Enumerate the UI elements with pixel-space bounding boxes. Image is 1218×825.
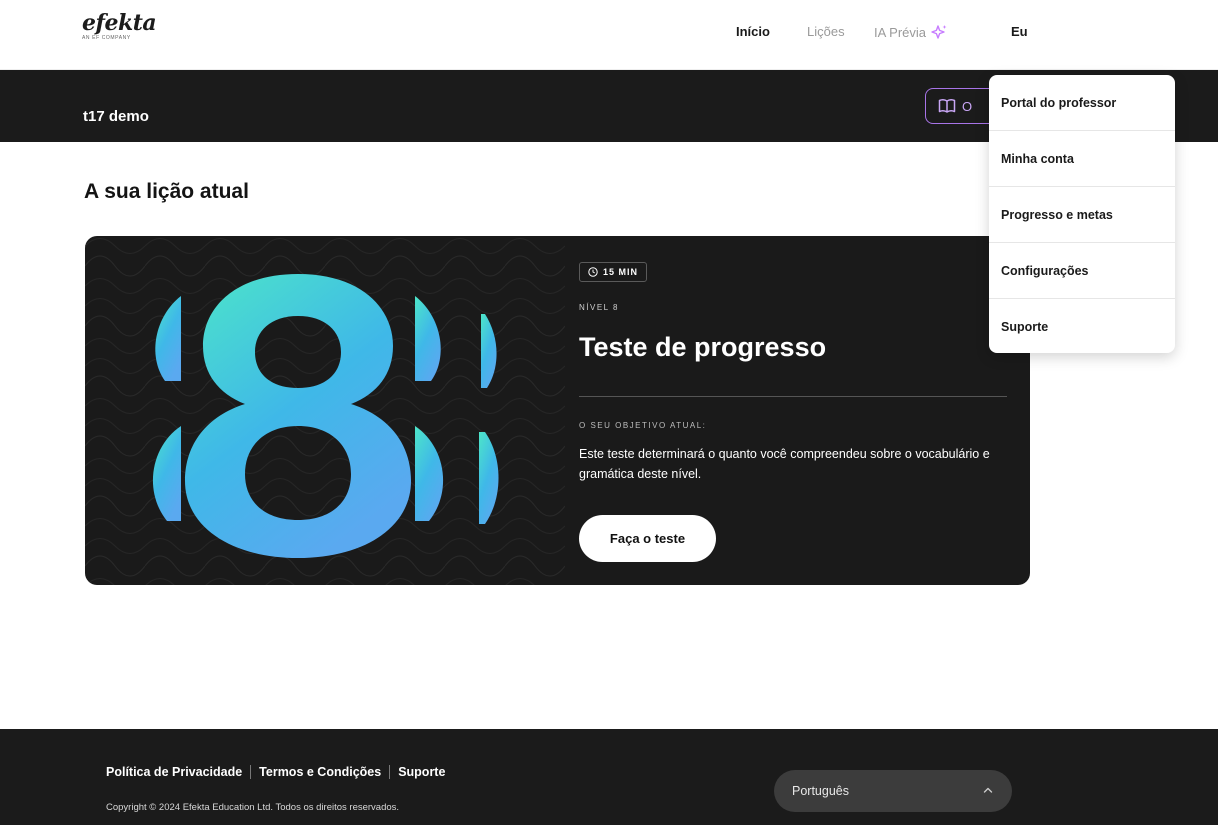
menu-item-progress-goals[interactable]: Progresso e metas xyxy=(989,187,1175,243)
top-navigation: efekta AN EF COMPANY Início Lições IA Pr… xyxy=(0,0,1218,70)
menu-item-support[interactable]: Suporte xyxy=(989,299,1175,355)
footer-separator xyxy=(389,765,391,779)
nav-lessons[interactable]: Lições xyxy=(807,24,845,39)
footer-link-privacy[interactable]: Política de Privacidade xyxy=(106,765,242,779)
chevron-up-icon xyxy=(983,787,993,793)
copyright-text: Copyright © 2024 Efekta Education Ltd. T… xyxy=(106,802,400,813)
nav-home[interactable]: Início xyxy=(736,24,770,39)
nav-ai-preview-label: IA Prévia xyxy=(874,24,927,40)
footer-link-terms[interactable]: Termos e Condições xyxy=(259,765,381,779)
lesson-details: 15 MIN NÍVEL 8 Teste de progresso O SEU … xyxy=(579,236,1019,585)
current-lesson-card: 15 MIN NÍVEL 8 Teste de progresso O SEU … xyxy=(85,236,1030,585)
book-icon xyxy=(938,99,956,113)
duration-badge: 15 MIN xyxy=(579,262,648,282)
footer-separator xyxy=(250,765,252,779)
footer-link-support[interactable]: Suporte xyxy=(398,765,445,779)
language-value: Português xyxy=(792,784,849,798)
class-book-button-label: O xyxy=(962,98,973,114)
take-test-button[interactable]: Faça o teste xyxy=(579,515,716,562)
duration-text: 15 MIN xyxy=(603,267,639,277)
card-divider xyxy=(579,396,1007,397)
nav-me[interactable]: Eu xyxy=(1011,24,1028,39)
level-number-art xyxy=(85,236,565,585)
sparkle-icon xyxy=(931,25,947,39)
goal-label: O SEU OBJETIVO ATUAL: xyxy=(579,421,707,430)
class-name: t17 demo xyxy=(83,108,149,125)
main-nav: Início Lições IA Prévia Eu xyxy=(0,24,1218,44)
menu-item-settings[interactable]: Configurações xyxy=(989,243,1175,299)
footer-links: Política de Privacidade Termos e Condiçõ… xyxy=(106,765,445,779)
language-select[interactable]: Português xyxy=(774,770,1012,812)
clock-icon xyxy=(588,267,598,277)
user-menu-dropdown: Portal do professor Minha conta Progress… xyxy=(989,75,1175,353)
nav-ai-preview[interactable]: IA Prévia xyxy=(874,24,948,40)
footer: Política de Privacidade Termos e Condiçõ… xyxy=(0,729,1218,825)
menu-item-my-account[interactable]: Minha conta xyxy=(989,131,1175,187)
lesson-level: NÍVEL 8 xyxy=(579,303,619,312)
page: efekta AN EF COMPANY Início Lições IA Pr… xyxy=(0,0,1218,825)
lesson-title: Teste de progresso xyxy=(579,332,827,362)
section-title: A sua lição atual xyxy=(84,180,249,203)
goal-text: Este teste determinará o quanto você com… xyxy=(579,447,990,481)
menu-item-teacher-portal[interactable]: Portal do professor xyxy=(989,75,1175,131)
